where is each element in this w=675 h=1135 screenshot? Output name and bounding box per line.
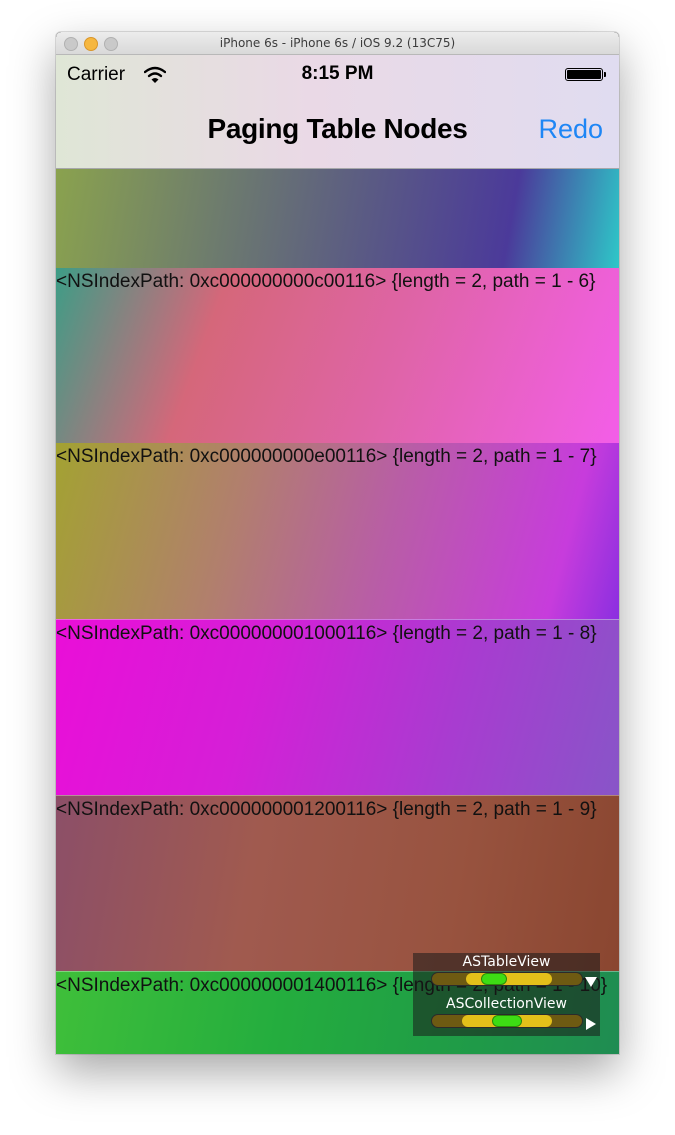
navigation-bar: Carrier 8:15 PM Paging Table Nodes Redo [56, 55, 619, 169]
cell-label: <NSIndexPath: 0xc000000000e00116> {lengt… [56, 446, 597, 467]
astableview-label: ASTableView [462, 954, 551, 970]
table-row[interactable]: <NSIndexPath: 0xc000000001000116> {lengt… [56, 619, 619, 796]
range-controller-overlay: ASTableView ASCollectionView [413, 953, 600, 1036]
table-row[interactable]: <NSIndexPath: 0xc000000000e00116> {lengt… [56, 443, 619, 619]
battery-icon [565, 68, 606, 81]
cell-label: <NSIndexPath: 0xc000000001000116> {lengt… [56, 623, 597, 644]
ascollectionview-range-bar [431, 1014, 583, 1028]
window-title: iPhone 6s - iPhone 6s / iOS 9.2 (13C75) [219, 36, 456, 50]
table-row[interactable]: <NSIndexPath: 0xc000000000c00116> {lengt… [56, 268, 619, 443]
table-row[interactable]: <NSIndexPath: 0xc000000001200116> {lengt… [56, 795, 619, 972]
page-title: Paging Table Nodes [207, 113, 468, 144]
redo-button[interactable]: Redo [538, 114, 603, 145]
collapse-triangle-icon[interactable] [585, 977, 597, 987]
window-titlebar: iPhone 6s - iPhone 6s / iOS 9.2 (13C75) [56, 32, 619, 55]
ascollectionview-label: ASCollectionView [446, 996, 567, 1012]
table-row[interactable] [56, 169, 619, 268]
astableview-range-bar [431, 972, 583, 986]
expand-triangle-icon[interactable] [586, 1018, 596, 1030]
cell-label: <NSIndexPath: 0xc000000001200116> {lengt… [56, 799, 597, 820]
status-time: 8:15 PM [301, 63, 374, 84]
cell-label: <NSIndexPath: 0xc000000000c00116> {lengt… [56, 271, 596, 292]
device-screen: <NSIndexPath: 0xc000000000c00116> {lengt… [56, 55, 619, 1054]
simulator-window: iPhone 6s - iPhone 6s / iOS 9.2 (13C75) … [56, 32, 619, 1054]
